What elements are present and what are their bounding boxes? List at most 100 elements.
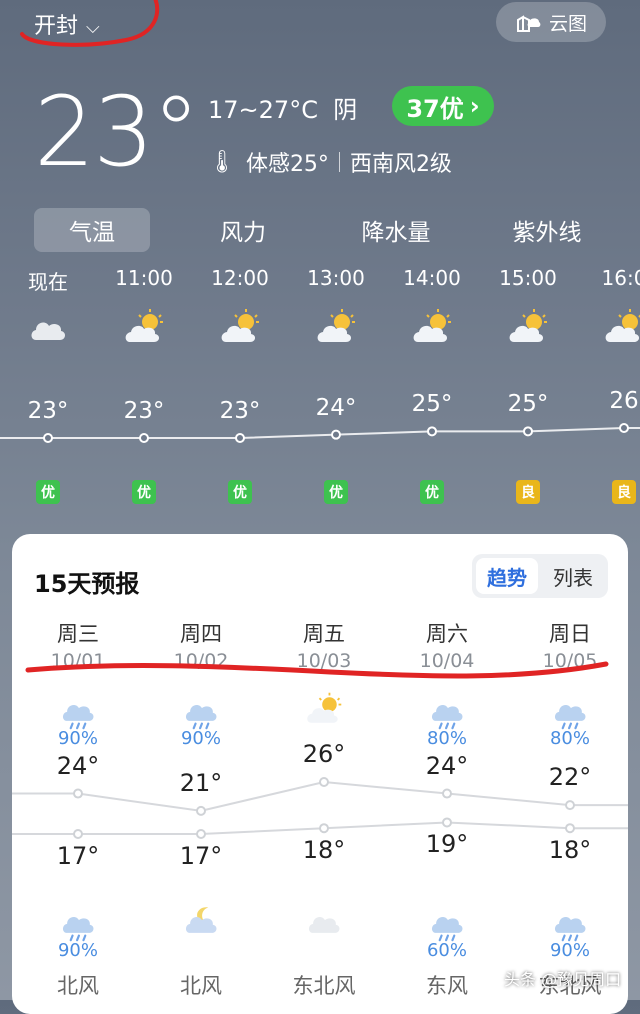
high-temp-dot <box>196 805 206 816</box>
aqi-value: 37优 <box>406 94 464 123</box>
high-temp-dot <box>73 788 83 799</box>
hour-weather <box>506 306 550 350</box>
hour-time: 13:00 <box>307 266 365 290</box>
hour-weather <box>26 306 70 350</box>
trend-view-button[interactable]: 趋势 <box>476 558 538 594</box>
day-precip-pct: 90% <box>180 728 221 749</box>
hour-aqi-badge: 良 <box>612 480 636 504</box>
day-precip-pct: 90% <box>57 728 98 749</box>
cloud-map-button[interactable]: 云图 <box>496 2 606 42</box>
hour-aqi-badge: 优 <box>132 480 156 504</box>
hour-temp-dot <box>43 433 53 443</box>
hourly-tabs: 气温 风力 降水量 紫外线 <box>0 208 640 254</box>
hour-temp: 25° <box>411 391 453 418</box>
divider <box>338 152 340 172</box>
day-precip-pct: 80% <box>426 728 467 749</box>
watermark: 头条 @豫见周口 <box>504 970 622 989</box>
night-precip-pct: 60% <box>426 940 467 961</box>
hour-aqi-badge: 良 <box>516 480 540 504</box>
day-wind: 东北风 <box>292 974 356 998</box>
day-weekday: 周四 <box>180 622 222 646</box>
high-temp-dot <box>442 788 452 799</box>
hour-weather <box>602 306 640 350</box>
day-weekday: 周六 <box>426 622 468 646</box>
current-temperature: 23° <box>34 76 200 188</box>
sun-cloud-icon <box>307 692 342 723</box>
rain-icon <box>432 705 463 730</box>
hourly-temp-line <box>0 423 640 443</box>
forecast-title: 15天预报 <box>34 570 140 598</box>
feels-like: 体感25° <box>245 152 329 177</box>
sun-cloud-icon <box>509 309 547 342</box>
sun-cloud-icon <box>413 309 451 342</box>
temp-range: 17~27°C <box>208 96 318 124</box>
hour-temp-dot <box>331 429 341 440</box>
sun-cloud-icon <box>605 309 640 342</box>
feels-wind-row: 🌡 体感25° 西南风2级 <box>208 146 452 178</box>
chevron-right-icon: › <box>469 92 480 120</box>
hour-temp: 26 <box>609 388 639 414</box>
night-precip-pct: 90% <box>549 940 590 961</box>
hour-time: 11:00 <box>115 266 173 290</box>
tab-precipitation[interactable]: 降水量 <box>340 208 452 252</box>
day-weather <box>304 690 344 734</box>
day-weekday: 周五 <box>303 622 345 646</box>
hour-time: 16:0 <box>601 266 640 290</box>
cloud-map-label: 云图 <box>548 12 587 35</box>
cloud-icon <box>31 322 66 340</box>
hour-aqi-badge: 优 <box>420 480 444 504</box>
sun-cloud-icon <box>221 309 259 342</box>
hour-temp-dot <box>523 426 533 437</box>
red-annotation-underline <box>25 661 609 679</box>
night-weather <box>181 902 221 946</box>
rain-icon <box>63 705 94 730</box>
cloud-map-icon <box>516 15 541 32</box>
rain-icon <box>432 917 463 942</box>
rain-icon <box>555 917 586 942</box>
forecast-temp-lines <box>12 777 628 839</box>
hour-aqi-badge: 优 <box>228 480 252 504</box>
low-temp-dot <box>442 817 452 828</box>
hour-temp-dot <box>139 433 149 443</box>
low-temp-dot <box>319 823 329 834</box>
hour-temp-dot <box>619 423 629 433</box>
day-wind: 东风 <box>426 974 468 998</box>
low-temp-dot <box>73 829 83 839</box>
thermometer-icon: 🌡 <box>208 149 236 175</box>
hour-weather <box>122 306 166 350</box>
cloud-icon <box>309 917 340 933</box>
hour-aqi-badge: 优 <box>36 480 60 504</box>
low-temp-dot <box>196 829 206 839</box>
hour-temp: 24° <box>315 394 357 421</box>
day-weekday: 周日 <box>549 622 591 646</box>
day-weekday: 周三 <box>57 622 99 646</box>
sun-cloud-icon <box>125 309 163 342</box>
tab-wind[interactable]: 风力 <box>188 208 298 252</box>
tab-uv[interactable]: 紫外线 <box>492 208 602 252</box>
low-temp-dot <box>565 823 575 834</box>
day-high-temp: 26° <box>302 740 346 768</box>
sun-cloud-icon <box>317 309 355 342</box>
day-wind: 北风 <box>57 974 99 998</box>
night-precip-pct: 90% <box>57 940 98 961</box>
aqi-badge-button[interactable]: 37优 › <box>392 86 494 126</box>
rain-icon <box>63 917 94 942</box>
tab-temperature[interactable]: 气温 <box>34 208 150 252</box>
hour-aqi-badge: 优 <box>324 480 348 504</box>
night-weather <box>304 902 344 946</box>
rain-icon <box>555 705 586 730</box>
list-view-button[interactable]: 列表 <box>542 558 604 594</box>
hour-time: 14:00 <box>403 266 461 290</box>
hour-time: 12:00 <box>211 266 269 290</box>
rain-icon <box>186 705 217 730</box>
hour-temp: 25° <box>507 391 549 418</box>
high-temp-dot <box>565 800 575 811</box>
wind-info: 西南风2级 <box>349 152 452 177</box>
hour-temp-dot <box>427 426 437 437</box>
hour-time: 现在 <box>28 270 68 294</box>
view-toggle: 趋势 列表 <box>472 554 608 598</box>
condition: 阴 <box>333 96 358 124</box>
day-precip-pct: 80% <box>549 728 590 749</box>
temp-range-condition: 17~27°C 阴 <box>208 90 357 125</box>
forecast-card: 15天预报 趋势 列表 周三 10/01 90% 24° 17° 90% 北风 周四 10/02… <box>12 534 628 1014</box>
